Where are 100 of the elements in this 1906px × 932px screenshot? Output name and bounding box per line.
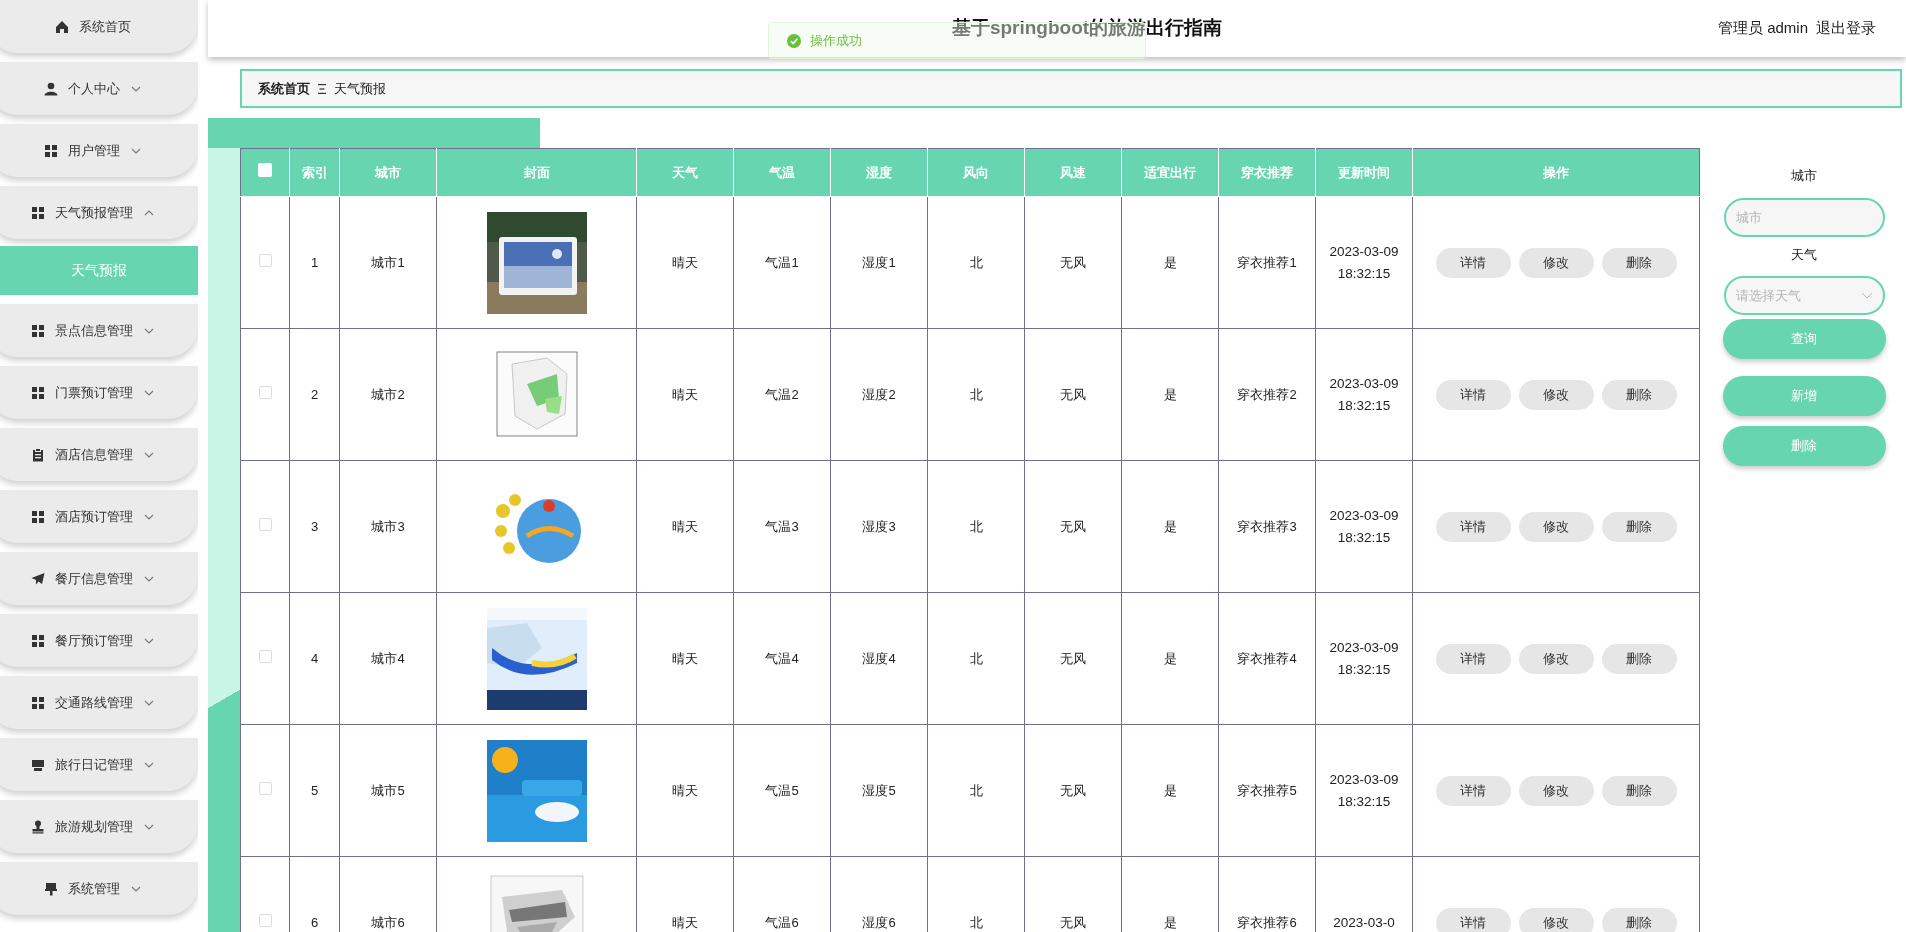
table-cell: 无风 [1060, 254, 1086, 270]
sidebar-item[interactable]: 景点信息管理 [0, 304, 198, 357]
sidebar-item[interactable]: 交通路线管理 [0, 676, 198, 729]
table-cell: 湿度6 [862, 914, 896, 930]
delete-button[interactable]: 删除 [1601, 643, 1677, 674]
sidebar-item[interactable]: 用户管理 [0, 124, 198, 177]
sidebar-item[interactable]: 旅行日记管理 [0, 738, 198, 791]
table-cell: 是 [1163, 254, 1177, 270]
sidebar-item[interactable]: 酒店信息管理 [0, 428, 198, 481]
table-cell: 2023-03-09 18:32:15 [1329, 639, 1399, 677]
details-button[interactable]: 详情 [1435, 247, 1511, 278]
table-cell: 穿衣推荐4 [1237, 650, 1297, 666]
breadcrumb-item[interactable]: 天气预报 [334, 78, 386, 99]
grid-icon [31, 633, 45, 648]
table-cell: 晴天 [672, 914, 698, 930]
table-cell: 2023-03-0 [1333, 914, 1395, 930]
table-cell: 2023-03-09 18:32:15 [1329, 507, 1399, 545]
brush-icon [44, 881, 58, 896]
table-cell: 无风 [1060, 914, 1086, 930]
sidebar-item[interactable]: 餐厅预订管理 [0, 614, 198, 667]
table-cell: 北 [969, 914, 983, 930]
sidebar-item[interactable]: 天气预报管理 [0, 186, 198, 239]
select-all-checkbox[interactable] [258, 162, 272, 177]
grid-icon [44, 143, 58, 158]
table-cell: 晴天 [672, 782, 698, 798]
sidebar-item[interactable]: 个人中心 [0, 62, 198, 115]
row-checkbox[interactable] [258, 385, 272, 399]
delete-button[interactable]: 删除 [1601, 511, 1677, 542]
details-button[interactable]: 详情 [1435, 643, 1511, 674]
sidebar-item[interactable]: 系统首页 [0, 0, 198, 53]
table-cell: 2023-03-09 18:32:15 [1329, 375, 1399, 413]
sidebar-item[interactable]: 系统管理 [0, 862, 198, 915]
separator-icon [318, 82, 326, 95]
table-cell: 无风 [1060, 518, 1086, 534]
table-cell: 城市2 [371, 386, 405, 402]
grid-icon [31, 323, 45, 338]
delete-button[interactable]: 删除 [1601, 247, 1677, 278]
table-cell: 湿度2 [862, 386, 896, 402]
table-cell: 北 [969, 782, 983, 798]
edit-button[interactable]: 修改 [1518, 775, 1594, 806]
table-cell: 城市6 [371, 914, 405, 930]
table-cell: 城市3 [371, 518, 405, 534]
row-checkbox[interactable] [258, 517, 272, 531]
sidebar-item[interactable]: 旅游规划管理 [0, 800, 198, 853]
details-button[interactable]: 详情 [1435, 907, 1511, 932]
table-cell: 是 [1163, 914, 1177, 930]
table-cell: 北 [969, 650, 983, 666]
store-icon [31, 757, 45, 772]
sidebar-item[interactable]: 门票预订管理 [0, 366, 198, 419]
table-cell: 北 [969, 518, 983, 534]
table-cell: 穿衣推荐1 [1237, 254, 1297, 270]
table-cell: 城市5 [371, 782, 405, 798]
row-checkbox[interactable] [258, 253, 272, 267]
table-cell: 气温2 [765, 386, 799, 402]
table-cell: 晴天 [672, 650, 698, 666]
table-cell: 气温3 [765, 518, 799, 534]
edit-button[interactable]: 修改 [1518, 907, 1594, 932]
user-icon [44, 81, 58, 96]
paper-plane-icon [31, 571, 45, 586]
breadcrumb-item[interactable]: 系统首页 [258, 78, 310, 99]
row-checkbox[interactable] [258, 649, 272, 663]
delete-button[interactable]: 删除 [1601, 775, 1677, 806]
delete-button[interactable]: 删除 [1601, 907, 1677, 932]
edit-button[interactable]: 修改 [1518, 511, 1594, 542]
edit-button[interactable]: 修改 [1518, 379, 1594, 410]
table-cell: 穿衣推荐6 [1237, 914, 1297, 930]
table-cell: 3 [310, 518, 319, 534]
logout-link[interactable]: 退出登录 [1816, 17, 1876, 40]
table-cell: 气温1 [765, 254, 799, 270]
table-cell: 晴天 [672, 254, 698, 270]
grid-icon [31, 695, 45, 710]
table-cell: 无风 [1060, 650, 1086, 666]
table-cell: 穿衣推荐2 [1237, 386, 1297, 402]
details-button[interactable]: 详情 [1435, 511, 1511, 542]
table-cell: 北 [969, 386, 983, 402]
table-cell: 穿衣推荐3 [1237, 518, 1297, 534]
table-cell: 气温6 [765, 914, 799, 930]
delete-button[interactable]: 删除 [1601, 379, 1677, 410]
row-checkbox[interactable] [258, 913, 272, 927]
table-cell: 6 [310, 914, 319, 930]
stamp-icon [31, 819, 45, 834]
clipboard-icon [31, 447, 45, 462]
sidebar-item[interactable]: 餐厅信息管理 [0, 552, 198, 605]
grid-icon [31, 205, 45, 220]
table-cell: 气温4 [765, 650, 799, 666]
city-search-field[interactable]: 城市 [1723, 197, 1885, 237]
edit-button[interactable]: 修改 [1518, 247, 1594, 278]
table-cell: 城市1 [371, 254, 405, 270]
row-checkbox[interactable] [258, 781, 272, 795]
details-button[interactable]: 详情 [1435, 775, 1511, 806]
table-cell: 无风 [1060, 386, 1086, 402]
edit-button[interactable]: 修改 [1518, 643, 1594, 674]
field-label: 城市 [1791, 167, 1817, 185]
table-cell: 湿度3 [862, 518, 896, 534]
sidebar-item[interactable]: 酒店预订管理 [0, 490, 198, 543]
table-cell: 湿度4 [862, 650, 896, 666]
table-cell: 城市4 [371, 650, 405, 666]
details-button[interactable]: 详情 [1435, 379, 1511, 410]
check-circle-icon [787, 33, 801, 48]
user-name: 管理员 admin [1717, 18, 1808, 38]
